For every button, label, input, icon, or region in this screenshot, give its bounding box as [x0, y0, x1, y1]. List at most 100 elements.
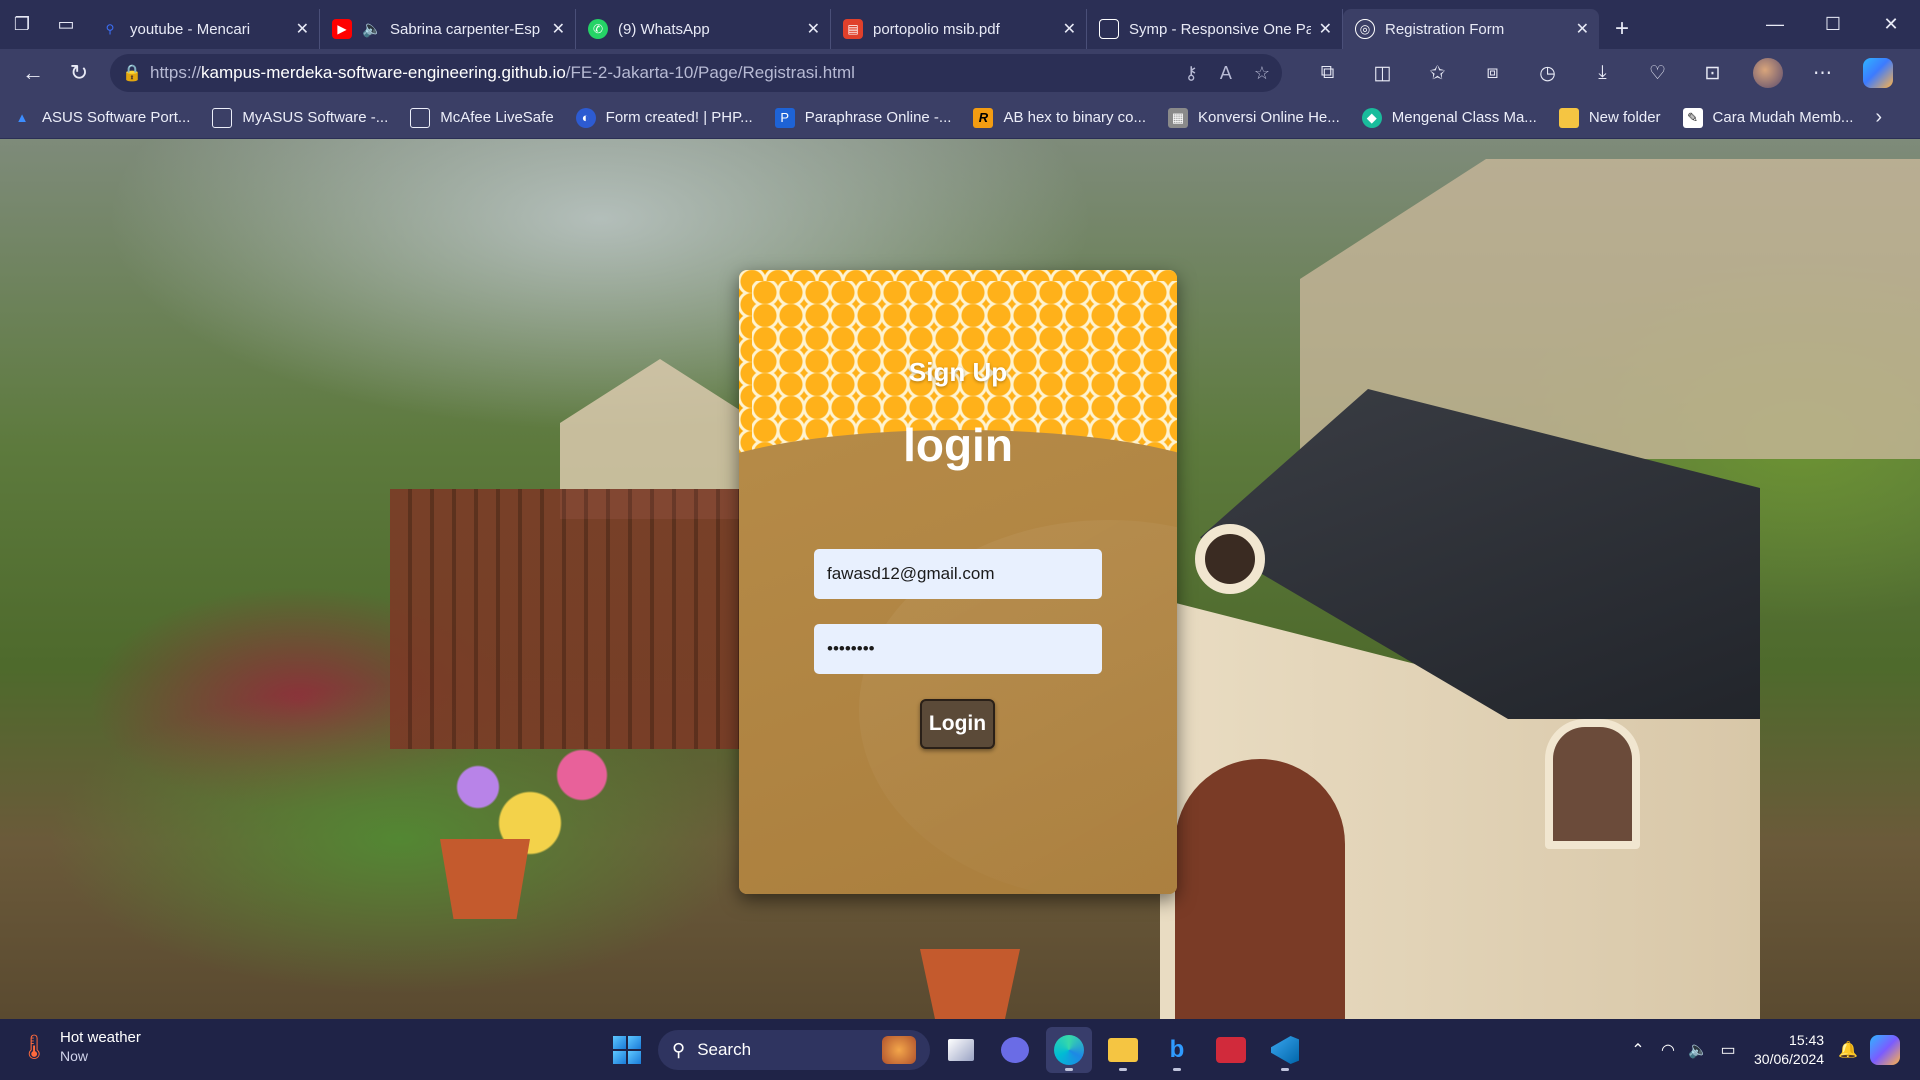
- bookmark-asus[interactable]: ▲ ASUS Software Port...: [12, 108, 191, 128]
- bookmark-mcafee[interactable]: McAfee LiveSafe: [410, 107, 554, 128]
- taskbar-apps: ⚲ Search b: [604, 1027, 1308, 1073]
- more-menu-icon[interactable]: ⋯: [1795, 53, 1850, 93]
- chevron-up-icon[interactable]: ⌃: [1624, 1040, 1652, 1060]
- weather-widget[interactable]: 🌡 Hot weather Now: [19, 1029, 141, 1065]
- windows-logo-icon: [613, 1036, 641, 1064]
- speaker-icon[interactable]: 🔈: [362, 19, 382, 39]
- bookmark-hex-binary[interactable]: R AB hex to binary co...: [973, 107, 1146, 128]
- notification-bell-icon[interactable]: 🔔: [1838, 1040, 1858, 1060]
- window-controls: — ☐ ✕: [1746, 0, 1920, 49]
- tab-youtube-search[interactable]: ⚲ youtube - Mencari ✕: [88, 9, 320, 49]
- close-icon[interactable]: ✕: [807, 19, 820, 39]
- folder-icon: [1108, 1038, 1138, 1062]
- copilot-icon[interactable]: [1850, 53, 1905, 93]
- tab-title: Registration Form: [1385, 20, 1505, 38]
- edge-button[interactable]: [1046, 1027, 1092, 1073]
- folder-icon: [1558, 107, 1579, 128]
- whatsapp-icon: ✆: [588, 19, 608, 39]
- close-icon[interactable]: ✕: [1319, 19, 1332, 39]
- page-icon: [212, 107, 233, 128]
- refresh-icon[interactable]: ↻: [56, 53, 102, 93]
- task-view-button[interactable]: [938, 1027, 984, 1073]
- paraphrase-icon: P: [774, 107, 795, 128]
- bookmark-paraphrase[interactable]: P Paraphrase Online -...: [774, 107, 951, 128]
- bookmark-new-folder[interactable]: New folder: [1558, 107, 1661, 128]
- collections-icon[interactable]: ⧈: [1465, 53, 1520, 93]
- close-window-icon[interactable]: ✕: [1862, 0, 1920, 49]
- bookmark-cara-mudah[interactable]: ✎ Cara Mudah Memb...: [1682, 107, 1853, 128]
- address-bar[interactable]: 🔒 https:// kampus-merdeka-software-engin…: [110, 54, 1282, 92]
- clock-date: 30/06/2024: [1754, 1050, 1825, 1067]
- volume-icon[interactable]: 🔈: [1684, 1040, 1712, 1060]
- password-field[interactable]: [814, 624, 1102, 674]
- sign-up-link[interactable]: Sign Up: [739, 357, 1177, 388]
- weather-subtitle: Now: [60, 1048, 89, 1064]
- bookmark-konversi[interactable]: ▦ Konversi Online He...: [1168, 107, 1340, 128]
- edge-icon: [1054, 1035, 1084, 1065]
- key-icon[interactable]: ⚷: [1185, 63, 1198, 84]
- favorite-star-icon[interactable]: ☆: [1254, 63, 1270, 84]
- background-flowers: [400, 739, 660, 859]
- bing-button[interactable]: b: [1154, 1027, 1200, 1073]
- workspaces-icon[interactable]: ❐: [0, 0, 44, 49]
- search-icon: ⚲: [105, 22, 115, 36]
- tab-title: Sabrina carpenter-Esp: [390, 20, 541, 38]
- weather-title: Hot weather: [60, 1029, 141, 1046]
- wifi-icon[interactable]: ◠: [1654, 1040, 1682, 1060]
- extensions-icon[interactable]: ⧉: [1300, 53, 1355, 93]
- back-icon[interactable]: ←: [10, 53, 56, 93]
- read-aloud-icon[interactable]: A: [1220, 63, 1232, 84]
- profile-avatar[interactable]: [1740, 53, 1795, 93]
- history-icon[interactable]: ◷: [1520, 53, 1575, 93]
- vscode-button[interactable]: [1262, 1027, 1308, 1073]
- close-icon[interactable]: ✕: [1063, 19, 1076, 39]
- close-icon[interactable]: ✕: [296, 19, 309, 39]
- mendeley-button[interactable]: [1208, 1027, 1254, 1073]
- windows-taskbar: 🌡 Hot weather Now ⚲ Search b ⌃ ◠ 🔈 ▭ 15:…: [0, 1019, 1920, 1080]
- tab-portopolio-pdf[interactable]: ▤ portopolio msib.pdf ✕: [831, 9, 1087, 49]
- favorites-icon[interactable]: ✩: [1410, 53, 1465, 93]
- new-tab-button[interactable]: +: [1599, 9, 1645, 49]
- maximize-icon[interactable]: ☐: [1804, 0, 1862, 49]
- lock-icon[interactable]: 🔒: [122, 63, 150, 83]
- close-icon[interactable]: ✕: [1576, 19, 1589, 39]
- teams-chat-button[interactable]: [992, 1027, 1038, 1073]
- login-button[interactable]: Login: [920, 699, 995, 749]
- start-button[interactable]: [604, 1027, 650, 1073]
- form-icon: ◐: [575, 107, 596, 128]
- bookmark-mengenal-class[interactable]: ◆ Mengenal Class Ma...: [1361, 107, 1537, 128]
- search-highlight-icon: [882, 1036, 916, 1064]
- search-label: Search: [697, 1040, 752, 1059]
- close-icon[interactable]: ✕: [552, 19, 565, 39]
- class-icon: ◆: [1361, 107, 1382, 128]
- bookmarks-bar: ▲ ASUS Software Port... MyASUS Software …: [0, 97, 1920, 139]
- tab-registration-form[interactable]: ◎ Registration Form ✕: [1343, 9, 1599, 49]
- bookmark-form-created[interactable]: ◐ Form created! | PHP...: [575, 107, 753, 128]
- bookmark-myasus[interactable]: MyASUS Software -...: [212, 107, 388, 128]
- background-flower-pot: [440, 839, 530, 919]
- chevron-right-icon[interactable]: ›: [1875, 106, 1882, 129]
- taskbar-search[interactable]: ⚲ Search: [658, 1030, 930, 1070]
- clock[interactable]: 15:43 30/06/2024: [1754, 1031, 1824, 1069]
- minimize-icon[interactable]: —: [1746, 0, 1804, 49]
- email-field[interactable]: [814, 549, 1102, 599]
- login-title[interactable]: login: [739, 418, 1177, 472]
- background-doghouse-door: [1175, 759, 1345, 1019]
- split-screen-icon[interactable]: ◫: [1355, 53, 1410, 93]
- asus-icon: ▲: [15, 110, 29, 125]
- tab-title: (9) WhatsApp: [618, 20, 710, 38]
- browser-essentials-icon[interactable]: ♡: [1630, 53, 1685, 93]
- battery-icon[interactable]: ▭: [1714, 1040, 1742, 1060]
- tab-title: youtube - Mencari: [130, 20, 251, 38]
- tab-whatsapp[interactable]: ✆ (9) WhatsApp ✕: [576, 9, 831, 49]
- copilot-icon[interactable]: [1870, 1034, 1900, 1065]
- downloads-icon[interactable]: ⤓: [1575, 53, 1630, 93]
- tab-symp[interactable]: Symp - Responsive One Pa ✕: [1087, 9, 1343, 49]
- screenshot-icon[interactable]: ⊡: [1685, 53, 1740, 93]
- vertical-tabs-icon[interactable]: ▭: [44, 0, 88, 49]
- calculator-icon: ▦: [1168, 107, 1189, 128]
- vscode-icon: [1271, 1036, 1299, 1064]
- file-explorer-button[interactable]: [1100, 1027, 1146, 1073]
- browser-toolbar: ← ↻ 🔒 https:// kampus-merdeka-software-e…: [0, 49, 1920, 97]
- tab-sabrina-carpenter[interactable]: ▶ 🔈 Sabrina carpenter-Esp ✕: [320, 9, 576, 49]
